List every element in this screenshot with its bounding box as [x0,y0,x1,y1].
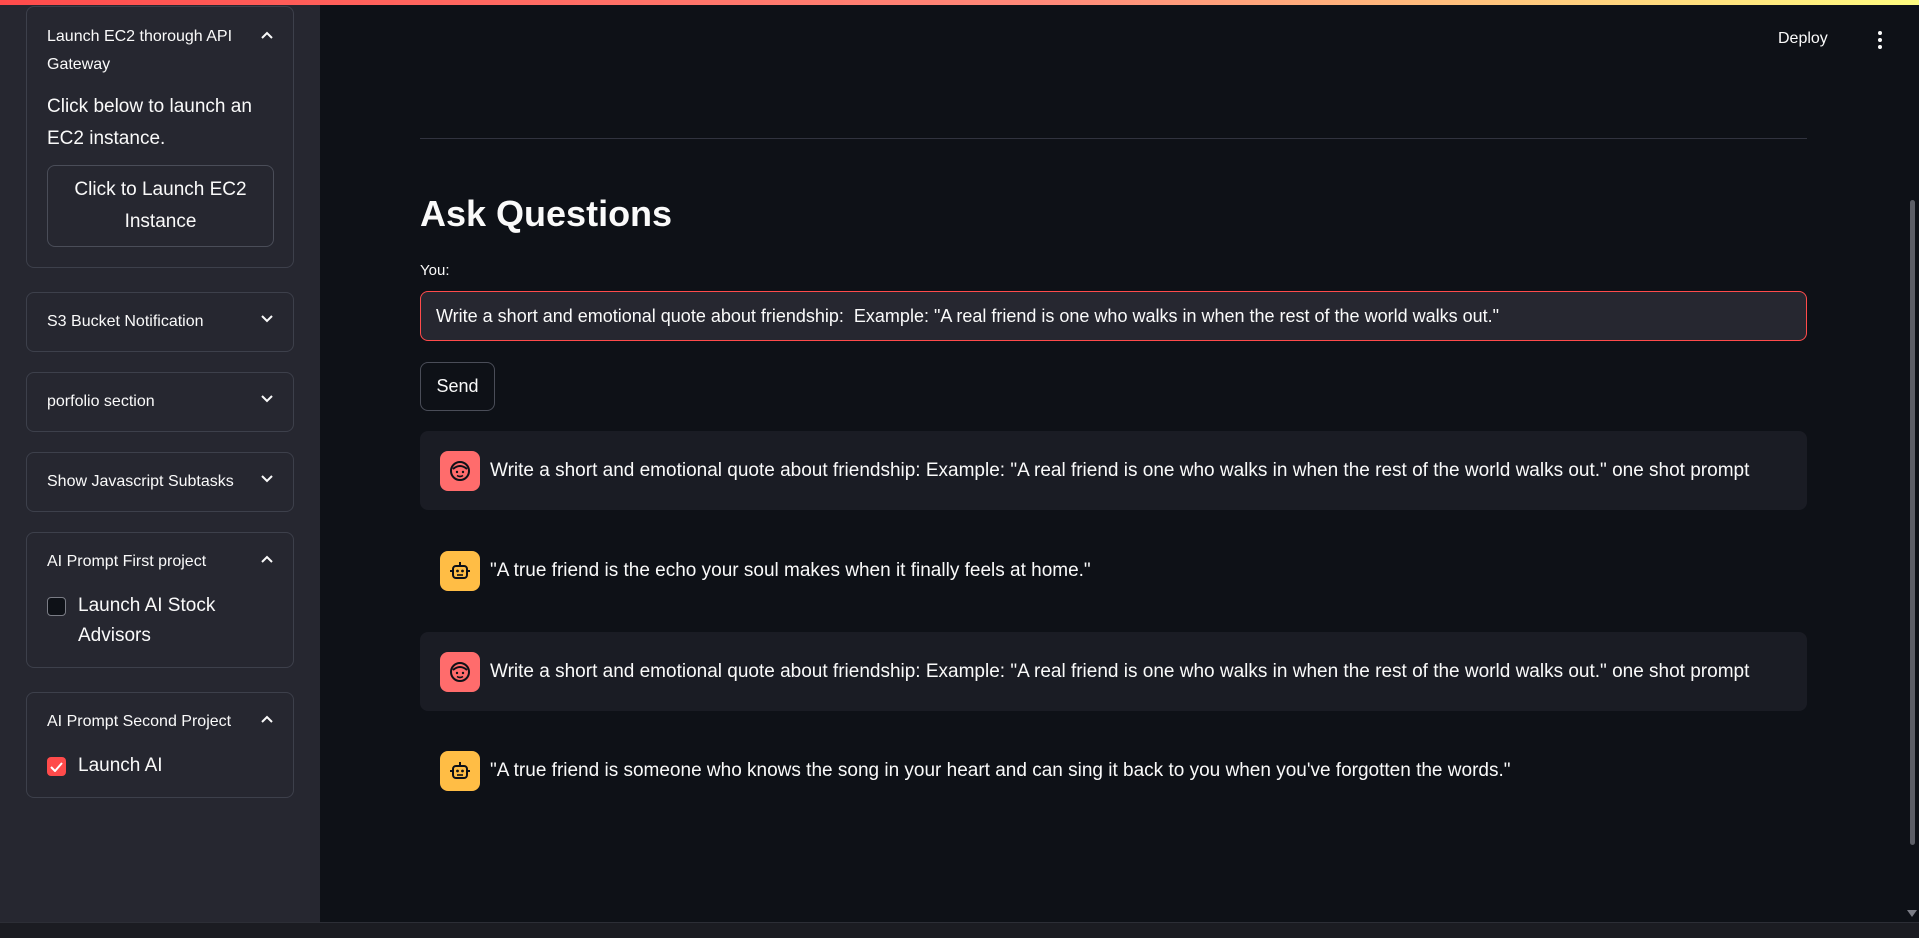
checkbox-launch-ai[interactable]: Launch AI [47,751,273,781]
message-text: "A true friend is someone who knows the … [490,759,1511,781]
chevron-up-icon [261,555,273,565]
input-label: You: [420,262,450,279]
launch-ec2-button[interactable]: Click to Launch EC2 Instance [47,165,274,247]
user-face-icon [440,450,480,491]
expander-javascript-subtasks: Show Javascript Subtasks [26,452,294,512]
expander-title: Show Javascript Subtasks [47,473,234,490]
expander-title: AI Prompt Second Project [47,713,232,730]
chevron-down-icon [261,315,273,325]
message-text: Write a short and emotional quote about … [490,459,1750,481]
expander-header[interactable]: porfolio section [27,373,293,431]
chevron-down-icon [261,475,273,485]
expander-s3-bucket: S3 Bucket Notification [26,292,294,352]
checkbox-checked-icon[interactable] [47,757,66,776]
checkbox-label: Launch AI [78,755,163,776]
page-title: Ask Questions [420,193,673,234]
message-text: "A true friend is the echo your soul mak… [490,559,1091,581]
deploy-button[interactable]: Deploy [1778,30,1828,48]
expander-ai-prompt-second: AI Prompt Second Project Launch AI [26,692,294,798]
chat-message-user: Write a short and emotional quote about … [420,431,1807,510]
expander-launch-ec2: Launch EC2 thorough API Gateway Click be… [26,6,294,268]
expander-header[interactable]: S3 Bucket Notification [27,293,293,351]
scroll-down-arrow-icon[interactable] [1907,910,1917,917]
bottom-taskbar-strip [0,922,1919,938]
kebab-menu-icon[interactable] [1877,31,1883,49]
expander-body-text: Click below to launch an EC2 instance. [47,96,252,149]
checkbox-label: Launch AI Stock Advisors [78,595,216,646]
checkbox-unchecked-icon[interactable] [47,597,66,616]
chat-message-assistant: "A true friend is someone who knows the … [420,731,1807,810]
expander-header[interactable]: AI Prompt Second Project [27,693,293,751]
question-input[interactable] [420,291,1807,341]
chevron-down-icon [261,395,273,405]
expander-title: S3 Bucket Notification [47,313,204,330]
chat-message-user: Write a short and emotional quote about … [420,632,1807,711]
expander-ai-prompt-first: AI Prompt First project Launch AI Stock … [26,532,294,668]
expander-header[interactable]: Show Javascript Subtasks [27,453,293,511]
sidebar: Launch EC2 thorough API Gateway Click be… [0,0,320,922]
chat-message-assistant: "A true friend is the echo your soul mak… [420,531,1807,610]
checkbox-launch-ai-stock-advisors[interactable]: Launch AI Stock Advisors [47,591,273,651]
chevron-up-icon [261,715,273,725]
scrollbar[interactable] [1910,200,1915,845]
message-text: Write a short and emotional quote about … [490,660,1750,682]
expander-title: AI Prompt First project [47,553,207,570]
expander-header[interactable]: AI Prompt First project [27,533,293,591]
robot-icon [440,750,480,791]
robot-icon [440,550,480,591]
chevron-up-icon [261,31,273,41]
divider [420,138,1807,139]
send-button[interactable]: Send [420,362,495,411]
expander-title: Launch EC2 thorough API Gateway [47,28,233,73]
top-decoration-bar [0,0,1919,5]
user-face-icon [440,651,480,692]
expander-header[interactable]: Launch EC2 thorough API Gateway [27,7,293,85]
expander-title: porfolio section [47,393,155,410]
expander-portfolio: porfolio section [26,372,294,432]
